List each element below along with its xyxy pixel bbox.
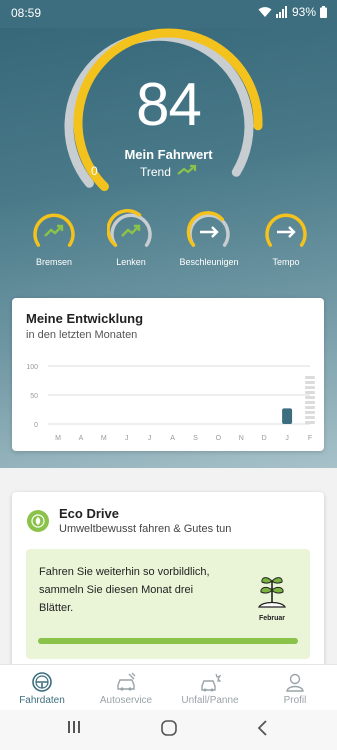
home-icon[interactable]: [160, 719, 178, 742]
car-service-icon: [117, 672, 136, 691]
trend-up-icon: [177, 164, 197, 179]
nav-label: Unfall/Panne: [181, 695, 239, 706]
x-tick-label: J: [125, 435, 128, 442]
recent-apps-icon[interactable]: [66, 719, 82, 740]
development-chart: 100 50 0 M A M J J A S O N D J F: [26, 364, 315, 442]
status-bar: 08:59 93%: [0, 0, 337, 28]
chart-bar-projected: [305, 381, 315, 384]
car-crash-icon: [201, 673, 221, 692]
chart-bar-projected: [305, 391, 315, 394]
x-tick-label: J: [285, 435, 289, 442]
wifi-icon: [258, 6, 272, 18]
battery-icon: [320, 6, 327, 18]
trend-label: Trend: [140, 164, 171, 179]
nav-label: Fahrdaten: [19, 695, 65, 706]
subscore-label: Tempo: [272, 257, 300, 267]
eco-message: Fahren Sie weiterhin so vorbildlich, sam…: [39, 566, 210, 614]
x-tick-label: A: [170, 435, 175, 442]
y-tick-label: 100: [26, 364, 38, 371]
eco-challenge: Fahren Sie weiterhin so vorbildlich, sam…: [26, 549, 310, 659]
signal-icon: [275, 6, 288, 18]
bottom-nav: Fahrdaten Autoservice Unfall/Panne Profi…: [0, 664, 337, 710]
subscores: Bremsen Lenken Beschleunigen Tempo: [0, 208, 337, 278]
subscore-tempo[interactable]: Tempo: [256, 208, 316, 270]
leaf-icon: [27, 510, 49, 532]
y-tick-label: 0: [34, 422, 38, 429]
chart-bar-projected: [305, 416, 315, 419]
chart-bar-projected: [305, 396, 315, 399]
x-tick-label: O: [216, 435, 222, 442]
subscore-lenken[interactable]: Lenken: [101, 208, 161, 270]
arrow-right-icon: [200, 226, 219, 238]
status-icons: 93%: [258, 5, 327, 19]
plant-icon: [252, 571, 292, 611]
status-time: 08:59: [11, 6, 42, 20]
arrow-right-icon: [277, 226, 296, 238]
development-title: Meine Entwicklung: [26, 311, 144, 326]
chart-bar-projected: [305, 406, 315, 409]
system-nav: [0, 710, 337, 750]
x-tick-label: A: [79, 435, 84, 442]
subscore-bremsen[interactable]: Bremsen: [24, 208, 84, 270]
chart-bar-projected: [305, 411, 315, 414]
back-icon[interactable]: [256, 719, 270, 742]
x-tick-label: M: [101, 435, 107, 442]
x-tick-label: N: [239, 435, 244, 442]
nav-unfall-panne[interactable]: Unfall/Panne: [168, 665, 252, 711]
trend-up-icon: [121, 224, 141, 237]
chart-bar-projected: [305, 421, 315, 424]
x-tick-label: D: [262, 435, 267, 442]
chart-bar-projected: [305, 376, 315, 379]
eco-progress-bar: [38, 638, 298, 644]
trend: Trend: [140, 164, 197, 179]
score-value: 84: [136, 71, 202, 138]
nav-label: Profil: [283, 695, 307, 706]
subscore-beschleunigen[interactable]: Beschleunigen: [179, 208, 239, 270]
eco-title: Eco Drive: [59, 506, 119, 521]
eco-drive-card[interactable]: Eco Drive Umweltbewusst fahren & Gutes t…: [12, 492, 324, 672]
trend-up-icon: [44, 224, 64, 237]
profile-icon: [286, 673, 304, 692]
score-label: Mein Fahrwert: [124, 147, 213, 162]
app-screen: 08:59 93% 84 Mein Fahrwert 0 Trend Brems…: [0, 0, 337, 750]
eco-subtitle: Umweltbewusst fahren & Gutes tun: [59, 523, 232, 535]
y-tick-label: 50: [30, 393, 38, 400]
chart-bar-projected: [305, 401, 315, 404]
nav-autoservice[interactable]: Autoservice: [84, 665, 168, 711]
x-tick-label: S: [193, 435, 198, 442]
eco-progress-fill: [38, 638, 298, 644]
x-tick-label: J: [148, 435, 152, 442]
development-subtitle: in den letzten Monaten: [26, 329, 138, 341]
nav-label: Autoservice: [99, 695, 153, 706]
nav-fahrdaten[interactable]: Fahrdaten: [0, 665, 84, 711]
battery-level: 93%: [291, 5, 316, 19]
eco-month: Februar: [258, 615, 286, 622]
steering-wheel-icon: [32, 672, 52, 692]
x-tick-label: M: [55, 435, 61, 442]
score-min-label: 0: [91, 164, 98, 178]
nav-profil[interactable]: Profil: [253, 665, 337, 711]
chart-bar: [282, 408, 293, 424]
development-card[interactable]: Meine Entwicklung in den letzten Monaten…: [12, 298, 324, 451]
chart-bar-projected: [305, 386, 315, 389]
x-tick-label: F: [308, 435, 312, 442]
